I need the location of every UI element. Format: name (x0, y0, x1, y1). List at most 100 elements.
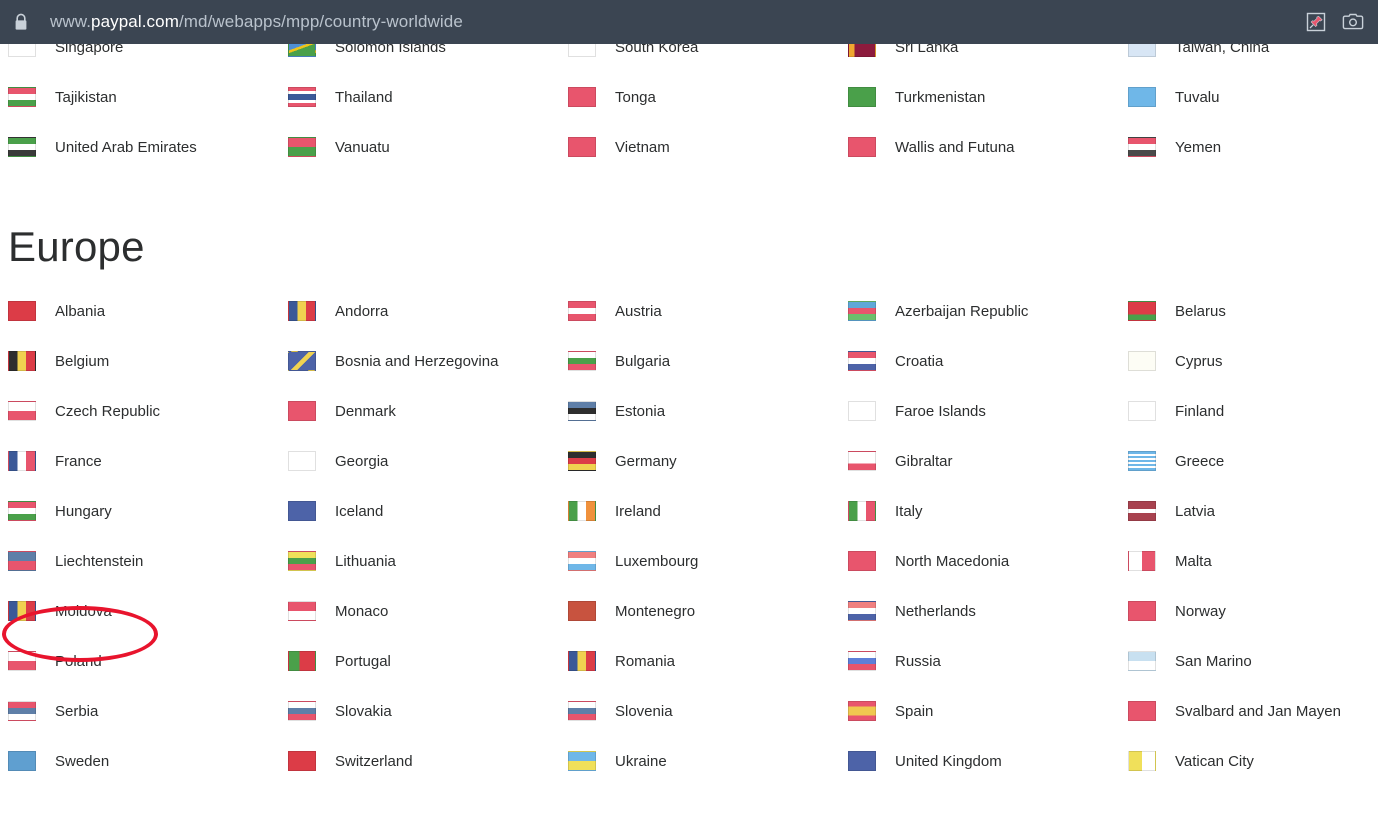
country-link-united-kingdom[interactable]: United Kingdom (848, 736, 1128, 786)
flag-icon-albania (8, 301, 36, 321)
country-name-label: Bulgaria (615, 352, 671, 370)
country-link-tonga[interactable]: Tonga (568, 72, 848, 122)
country-link-belgium[interactable]: Belgium (8, 336, 288, 386)
country-link-south-korea[interactable]: South Korea (568, 44, 848, 58)
country-link-vatican-city[interactable]: Vatican City (1128, 736, 1378, 786)
country-link-italy[interactable]: Italy (848, 486, 1128, 536)
flag-icon-norway (1128, 601, 1156, 621)
country-name-label: Ukraine (615, 752, 667, 770)
country-link-svalbard-and-jan-mayen[interactable]: Svalbard and Jan Mayen (1128, 686, 1378, 736)
country-link-taiwan-china[interactable]: Taiwan, China (1128, 44, 1378, 58)
country-link-serbia[interactable]: Serbia (8, 686, 288, 736)
country-name-label: Taiwan, China (1175, 44, 1270, 56)
country-link-estonia[interactable]: Estonia (568, 386, 848, 436)
pin-icon[interactable] (1306, 12, 1326, 32)
flag-icon-belarus (1128, 301, 1156, 321)
country-link-russia[interactable]: Russia (848, 636, 1128, 686)
flag-icon-hungary (8, 501, 36, 521)
country-link-united-arab-emirates[interactable]: United Arab Emirates (8, 122, 288, 172)
country-name-label: Vatican City (1175, 752, 1254, 770)
country-link-wallis-and-futuna[interactable]: Wallis and Futuna (848, 122, 1128, 172)
country-link-north-macedonia[interactable]: North Macedonia (848, 536, 1128, 586)
country-link-portugal[interactable]: Portugal (288, 636, 568, 686)
camera-icon[interactable] (1342, 13, 1364, 31)
country-link-turkmenistan[interactable]: Turkmenistan (848, 72, 1128, 122)
country-link-greece[interactable]: Greece (1128, 436, 1378, 486)
url-text[interactable]: www.paypal.com/md/webapps/mpp/country-wo… (50, 12, 463, 32)
flag-icon-monaco (288, 601, 316, 621)
country-name-label: Faroe Islands (895, 402, 986, 420)
country-link-sweden[interactable]: Sweden (8, 736, 288, 786)
country-link-tuvalu[interactable]: Tuvalu (1128, 72, 1378, 122)
country-link-switzerland[interactable]: Switzerland (288, 736, 568, 786)
flag-icon-luxembourg (568, 551, 596, 571)
flag-icon-finland (1128, 401, 1156, 421)
country-link-slovakia[interactable]: Slovakia (288, 686, 568, 736)
flag-icon-moldova (8, 601, 36, 621)
country-link-norway[interactable]: Norway (1128, 586, 1378, 636)
country-link-bosnia-and-herzegovina[interactable]: Bosnia and Herzegovina (288, 336, 568, 386)
country-link-croatia[interactable]: Croatia (848, 336, 1128, 386)
country-link-spain[interactable]: Spain (848, 686, 1128, 736)
country-link-germany[interactable]: Germany (568, 436, 848, 486)
country-link-sri-lanka[interactable]: Sri Lanka (848, 44, 1128, 58)
country-link-faroe-islands[interactable]: Faroe Islands (848, 386, 1128, 436)
country-link-yemen[interactable]: Yemen (1128, 122, 1378, 172)
country-link-moldova[interactable]: Moldova (8, 586, 288, 636)
flag-icon-belgium (8, 351, 36, 371)
country-link-cyprus[interactable]: Cyprus (1128, 336, 1378, 386)
country-link-gibraltar[interactable]: Gibraltar (848, 436, 1128, 486)
country-link-austria[interactable]: Austria (568, 286, 848, 336)
country-link-poland[interactable]: Poland (8, 636, 288, 686)
flag-icon-faroe-islands (848, 401, 876, 421)
country-link-lithuania[interactable]: Lithuania (288, 536, 568, 586)
flag-icon-south-korea (568, 44, 596, 57)
country-link-france[interactable]: France (8, 436, 288, 486)
country-link-tajikistan[interactable]: Tajikistan (8, 72, 288, 122)
country-link-netherlands[interactable]: Netherlands (848, 586, 1128, 636)
country-link-san-marino[interactable]: San Marino (1128, 636, 1378, 686)
flag-icon-singapore (8, 44, 36, 57)
country-link-iceland[interactable]: Iceland (288, 486, 568, 536)
country-row: Singapore Solomon Islands South Korea Sri L… (8, 44, 1378, 58)
country-name-label: Iceland (335, 502, 384, 520)
flag-icon-tonga (568, 87, 596, 107)
country-link-liechtenstein[interactable]: Liechtenstein (8, 536, 288, 586)
flag-icon-taiwan-china (1128, 44, 1156, 57)
country-link-malta[interactable]: Malta (1128, 536, 1378, 586)
country-link-hungary[interactable]: Hungary (8, 486, 288, 536)
country-link-luxembourg[interactable]: Luxembourg (568, 536, 848, 586)
country-link-bulgaria[interactable]: Bulgaria (568, 336, 848, 386)
country-name-label: Belgium (55, 352, 110, 370)
country-link-monaco[interactable]: Monaco (288, 586, 568, 636)
country-link-vietnam[interactable]: Vietnam (568, 122, 848, 172)
country-link-thailand[interactable]: Thailand (288, 72, 568, 122)
country-link-romania[interactable]: Romania (568, 636, 848, 686)
country-link-andorra[interactable]: Andorra (288, 286, 568, 336)
country-link-albania[interactable]: Albania (8, 286, 288, 336)
country-link-vanuatu[interactable]: Vanuatu (288, 122, 568, 172)
country-link-slovenia[interactable]: Slovenia (568, 686, 848, 736)
flag-icon-solomon-islands (288, 44, 316, 57)
country-name-label: Netherlands (895, 602, 976, 620)
country-name-label: Vietnam (615, 138, 670, 156)
flag-icon-andorra (288, 301, 316, 321)
country-link-denmark[interactable]: Denmark (288, 386, 568, 436)
country-link-montenegro[interactable]: Montenegro (568, 586, 848, 636)
country-link-singapore[interactable]: Singapore (8, 44, 288, 58)
country-link-azerbaijan-republic[interactable]: Azerbaijan Republic (848, 286, 1128, 336)
country-link-belarus[interactable]: Belarus (1128, 286, 1378, 336)
country-name-label: Norway (1175, 602, 1226, 620)
country-link-georgia[interactable]: Georgia (288, 436, 568, 486)
flag-icon-sweden (8, 751, 36, 771)
country-link-ukraine[interactable]: Ukraine (568, 736, 848, 786)
country-link-finland[interactable]: Finland (1128, 386, 1378, 436)
country-link-solomon-islands[interactable]: Solomon Islands (288, 44, 568, 58)
country-link-czech-republic[interactable]: Czech Republic (8, 386, 288, 436)
country-link-latvia[interactable]: Latvia (1128, 486, 1378, 536)
country-row: Hungary Iceland Ireland Italy Latvia (8, 486, 1378, 536)
country-name-label: Finland (1175, 402, 1225, 420)
flag-icon-germany (568, 451, 596, 471)
flag-icon-thailand (288, 87, 316, 107)
country-link-ireland[interactable]: Ireland (568, 486, 848, 536)
